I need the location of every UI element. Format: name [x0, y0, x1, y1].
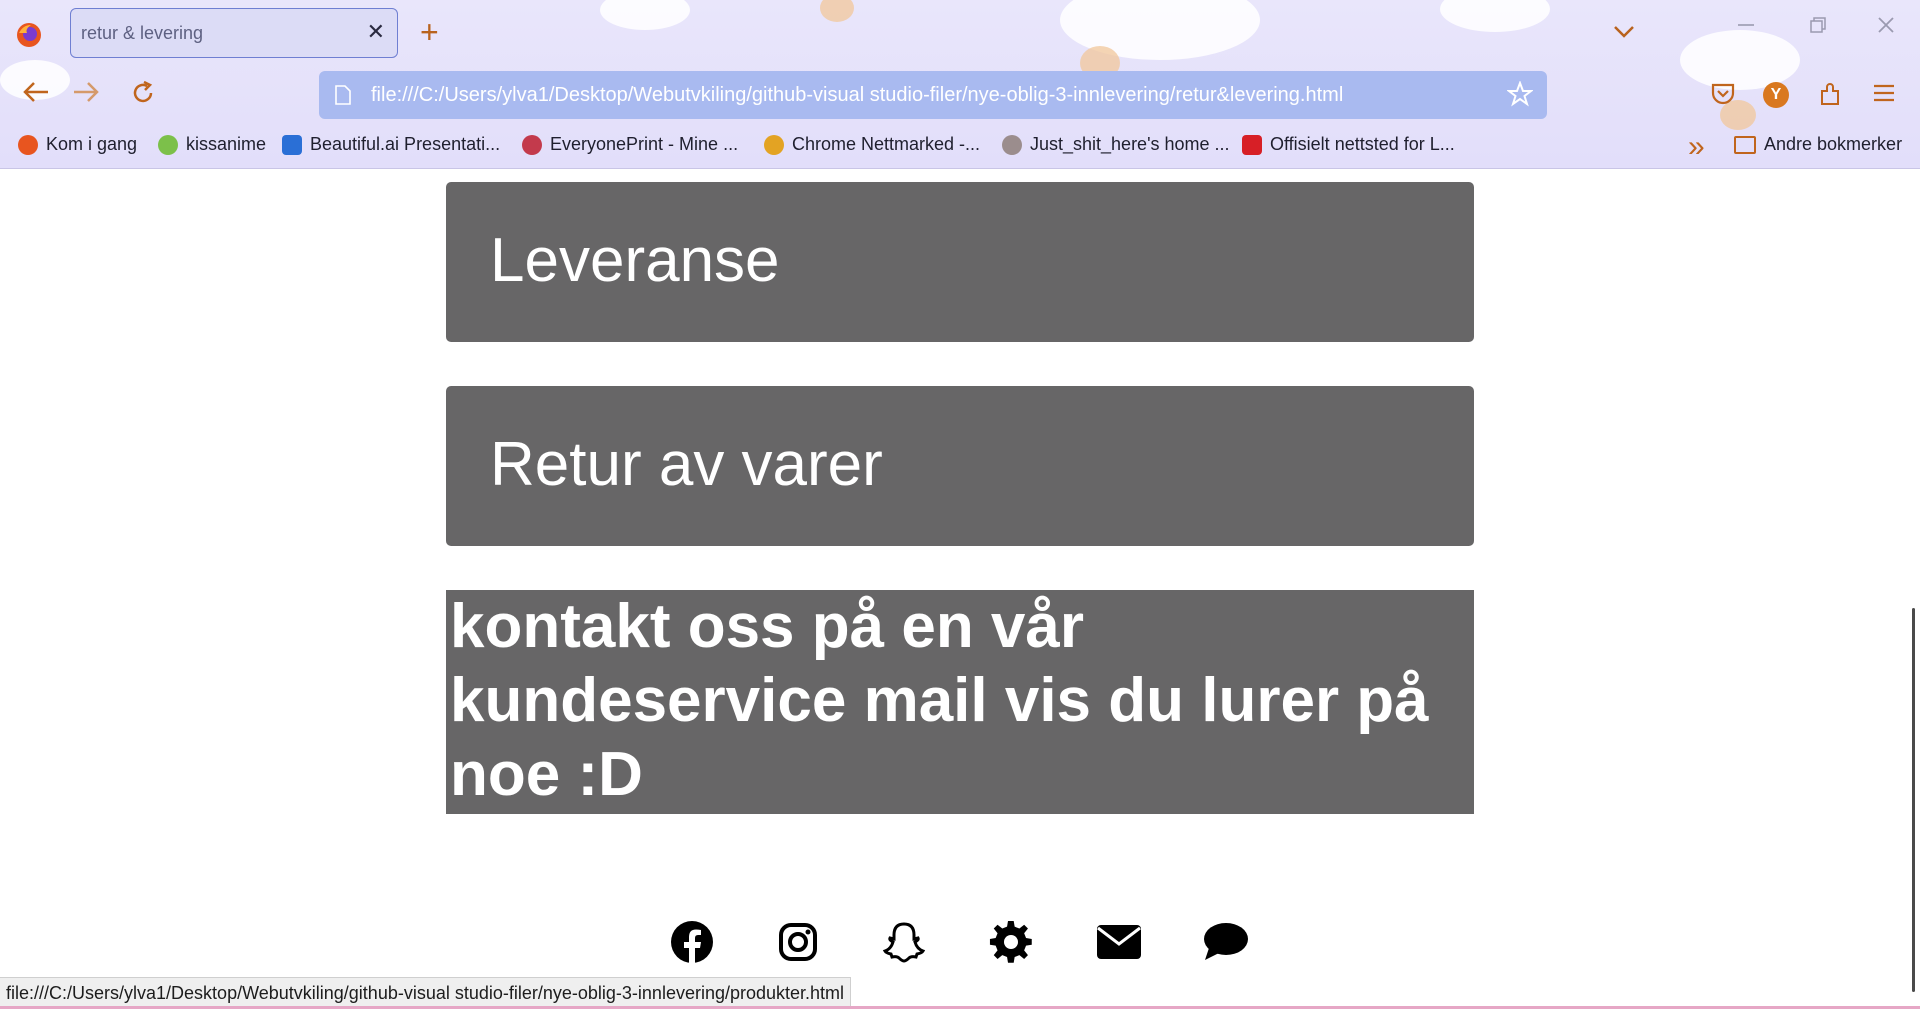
- account-avatar[interactable]: Y: [1762, 81, 1790, 114]
- browser-chrome: retur & levering ✕ + file:///C:/Users/yl…: [0, 0, 1920, 169]
- list-all-tabs-icon[interactable]: [1612, 16, 1636, 47]
- bookmark-label: Just_shit_here's home ...: [1030, 134, 1230, 154]
- url-text: file:///C:/Users/ylva1/Desktop/Webutvkil…: [371, 83, 1344, 106]
- firefox-icon: [18, 134, 38, 155]
- bookmark-item[interactable]: kissanime: [158, 134, 266, 155]
- bookmark-label: Chrome Nettmarked -...: [792, 134, 981, 154]
- pocket-icon[interactable]: [1710, 82, 1736, 111]
- facebook-icon[interactable]: [669, 918, 715, 966]
- bookmark-item[interactable]: Chrome Nettmarked -...: [764, 134, 980, 155]
- kissanime-icon: [158, 134, 178, 155]
- bookmark-star-icon[interactable]: [1506, 80, 1534, 112]
- snapchat-icon[interactable]: [881, 918, 927, 966]
- section-retur-av-varer: Retur av varer: [446, 386, 1474, 546]
- bookmarks-overflow-button[interactable]: »: [1688, 130, 1705, 164]
- chat-bubble-icon[interactable]: [1203, 918, 1249, 966]
- bookmark-label: Kom i gang: [46, 134, 138, 154]
- tab-close-icon[interactable]: ✕: [367, 19, 385, 45]
- extensions-puzzle-icon[interactable]: [1818, 82, 1844, 113]
- bookmark-item[interactable]: Beautiful.ai Presentati...: [282, 134, 500, 155]
- bookmark-item[interactable]: Just_shit_here's home ...: [1002, 134, 1230, 155]
- theme-cloud-decoration: [600, 0, 690, 30]
- bookmark-label: kissanime: [186, 134, 267, 154]
- bookmark-item[interactable]: Offisielt nettsted for L...: [1242, 134, 1455, 155]
- section-title: Retur av varer: [490, 430, 883, 499]
- bookmark-label: Offisielt nettsted for L...: [1270, 134, 1455, 154]
- section-leveranse: Leveranse: [446, 182, 1474, 342]
- other-bookmarks-label: Andre bokmerker: [1764, 134, 1903, 154]
- close-window-icon[interactable]: [1876, 14, 1896, 42]
- restore-window-icon[interactable]: [1808, 14, 1828, 42]
- settings-gear-icon[interactable]: [988, 918, 1034, 966]
- firefox-view-icon[interactable]: [14, 20, 44, 50]
- theme-bear-decoration: [820, 0, 854, 22]
- theme-cloud-decoration: [1440, 0, 1550, 32]
- chrome-webstore-icon: [764, 134, 784, 155]
- new-tab-button[interactable]: +: [420, 14, 439, 50]
- bookmark-label: EveryonePrint - Mine ...: [550, 134, 739, 154]
- beautifulai-icon: [282, 134, 302, 155]
- double-chevron-icon: »: [1688, 130, 1705, 163]
- everyoneprint-icon: [522, 134, 542, 155]
- page-icon: [335, 85, 351, 105]
- tab-title: retur & levering: [81, 22, 204, 43]
- l-brand-icon: [1242, 134, 1262, 155]
- other-bookmarks-folder[interactable]: Andre bokmerker: [1734, 134, 1902, 155]
- minimize-window-icon[interactable]: [1736, 14, 1756, 42]
- tab-retur-levering[interactable]: retur & levering ✕: [70, 8, 398, 58]
- section-title: Leveranse: [490, 226, 780, 295]
- bookmark-label: Beautiful.ai Presentati...: [310, 134, 501, 154]
- forward-arrow-icon[interactable]: [72, 80, 100, 110]
- account-initial: Y: [1770, 86, 1782, 103]
- bookmark-item[interactable]: EveryonePrint - Mine ...: [522, 134, 738, 155]
- reload-icon[interactable]: [130, 80, 156, 112]
- bookmark-item[interactable]: Kom i gang: [18, 134, 137, 155]
- scrollbar-thumb[interactable]: [1912, 608, 1915, 992]
- folder-icon: [1734, 135, 1756, 154]
- app-menu-icon[interactable]: [1872, 82, 1896, 109]
- instagram-icon[interactable]: [775, 918, 821, 966]
- back-arrow-icon[interactable]: [22, 80, 50, 110]
- reddit-icon: [1002, 134, 1022, 155]
- mail-icon[interactable]: [1096, 918, 1142, 966]
- contact-message: kontakt oss på en vår kundeservice mail …: [446, 590, 1474, 814]
- status-bar-link-preview: file:///C:/Users/ylva1/Desktop/Webutvkil…: [0, 977, 852, 1008]
- address-bar[interactable]: file:///C:/Users/ylva1/Desktop/Webutvkil…: [319, 71, 1547, 119]
